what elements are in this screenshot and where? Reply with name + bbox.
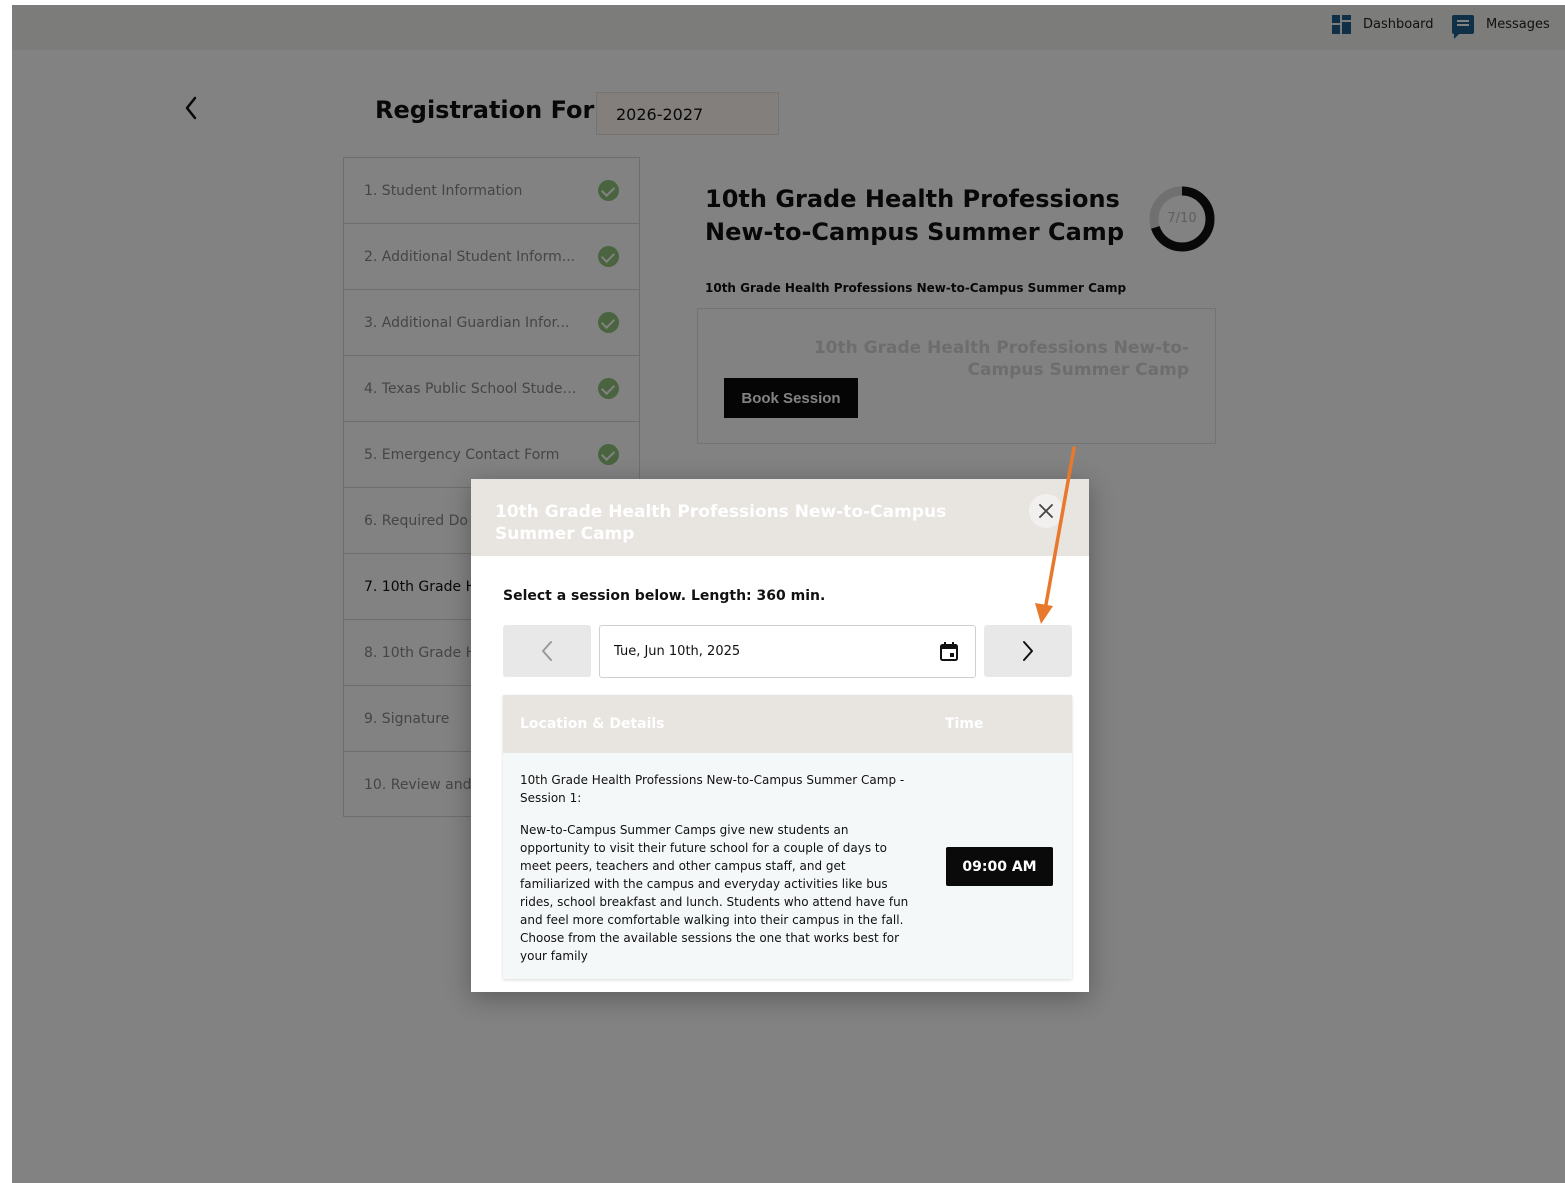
next-date-button[interactable] bbox=[984, 625, 1072, 677]
calendar-icon[interactable] bbox=[939, 641, 959, 662]
column-header-location: Location & Details bbox=[520, 716, 665, 732]
modal-title: 10th Grade Health Professions New-to-Cam… bbox=[495, 502, 947, 544]
date-picker-input[interactable]: Tue, Jun 10th, 2025 bbox=[599, 625, 976, 678]
close-button[interactable] bbox=[1029, 494, 1063, 528]
time-slot-button[interactable]: 09:00 AM bbox=[946, 847, 1053, 886]
session-table: Location & Details Time 10th Grade Healt… bbox=[503, 695, 1072, 979]
table-header: Location & Details Time bbox=[503, 695, 1072, 753]
session-prompt: Select a session below. Length: 360 min. bbox=[503, 588, 826, 604]
modal-header: 10th Grade Health Professions New-to-Cam… bbox=[471, 479, 1089, 556]
page: Dashboard Messages Registration Form: 20… bbox=[12, 5, 1565, 1183]
chevron-left-icon bbox=[542, 641, 552, 661]
chevron-right-icon bbox=[1023, 641, 1033, 661]
column-header-time: Time bbox=[945, 716, 984, 732]
date-value: Tue, Jun 10th, 2025 bbox=[614, 644, 741, 659]
session-description: New-to-Campus Summer Camps give new stud… bbox=[520, 823, 909, 963]
session-name: 10th Grade Health Professions New-to-Cam… bbox=[520, 773, 905, 805]
previous-date-button[interactable] bbox=[503, 625, 591, 677]
close-icon bbox=[1039, 504, 1053, 518]
session-modal: 10th Grade Health Professions New-to-Cam… bbox=[471, 479, 1089, 992]
